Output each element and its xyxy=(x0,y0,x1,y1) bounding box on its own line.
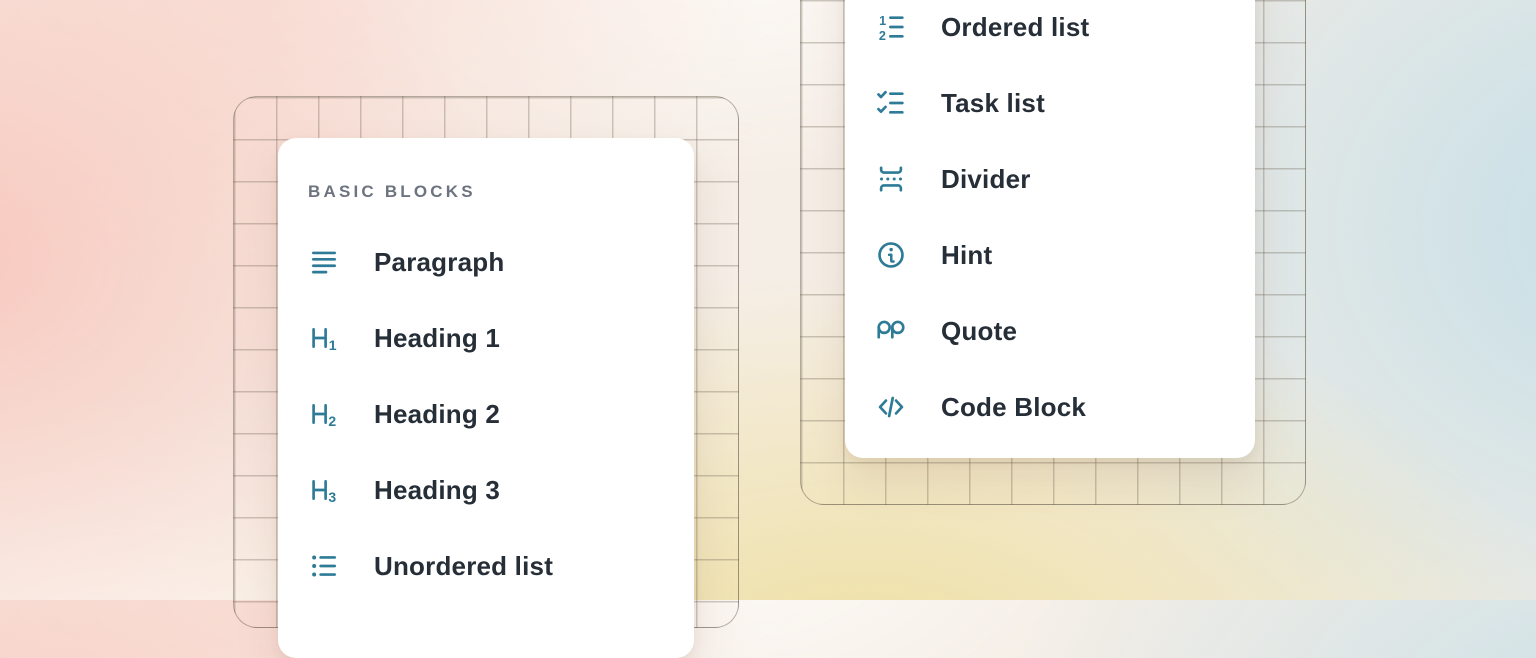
menu-item-label: Paragraph xyxy=(374,247,504,278)
menu-item-hint[interactable]: Hint xyxy=(875,239,1255,271)
menu-item-unordered-list[interactable]: Unordered list xyxy=(308,550,694,582)
svg-text:3: 3 xyxy=(328,489,336,505)
menu-item-label: Hint xyxy=(941,240,992,271)
svg-text:1: 1 xyxy=(329,337,337,353)
task-list-icon xyxy=(875,87,907,119)
menu-item-label: Heading 3 xyxy=(374,475,500,506)
menu-item-label: Unordered list xyxy=(374,551,553,582)
menu-item-label: Code Block xyxy=(941,392,1086,423)
hint-icon xyxy=(875,239,907,271)
menu-item-label: Quote xyxy=(941,316,1017,347)
menu-item-label: Divider xyxy=(941,164,1031,195)
heading-1-icon: 1 xyxy=(308,322,340,354)
menu-item-task-list[interactable]: Task list xyxy=(875,87,1255,119)
heading-2-icon: 2 xyxy=(308,398,340,430)
block-menu-extended: 12 Ordered list Task list Divider xyxy=(845,0,1255,458)
svg-text:2: 2 xyxy=(328,413,336,429)
menu-item-ordered-list[interactable]: 12 Ordered list xyxy=(875,11,1255,43)
unordered-list-icon xyxy=(308,550,340,582)
menu-item-label: Heading 2 xyxy=(374,399,500,430)
menu-item-divider[interactable]: Divider xyxy=(875,163,1255,195)
block-menu-basic-blocks: BASIC BLOCKS Paragraph 1 Heading 1 2 Hea… xyxy=(278,138,694,658)
ordered-list-icon: 12 xyxy=(875,11,907,43)
divider-icon xyxy=(875,163,907,195)
menu-item-heading-2[interactable]: 2 Heading 2 xyxy=(308,398,694,430)
quote-icon xyxy=(875,315,907,347)
heading-3-icon: 3 xyxy=(308,474,340,506)
menu-section-header: BASIC BLOCKS xyxy=(308,182,694,202)
menu-item-heading-1[interactable]: 1 Heading 1 xyxy=(308,322,694,354)
menu-item-heading-3[interactable]: 3 Heading 3 xyxy=(308,474,694,506)
menu-item-label: Task list xyxy=(941,88,1045,119)
code-block-icon xyxy=(875,391,907,423)
svg-text:1: 1 xyxy=(879,14,886,28)
svg-text:2: 2 xyxy=(879,29,886,43)
paragraph-icon xyxy=(308,246,340,278)
menu-item-label: Ordered list xyxy=(941,12,1089,43)
menu-item-label: Heading 1 xyxy=(374,323,500,354)
menu-item-paragraph[interactable]: Paragraph xyxy=(308,246,694,278)
menu-item-code-block[interactable]: Code Block xyxy=(875,391,1255,423)
menu-item-quote[interactable]: Quote xyxy=(875,315,1255,347)
